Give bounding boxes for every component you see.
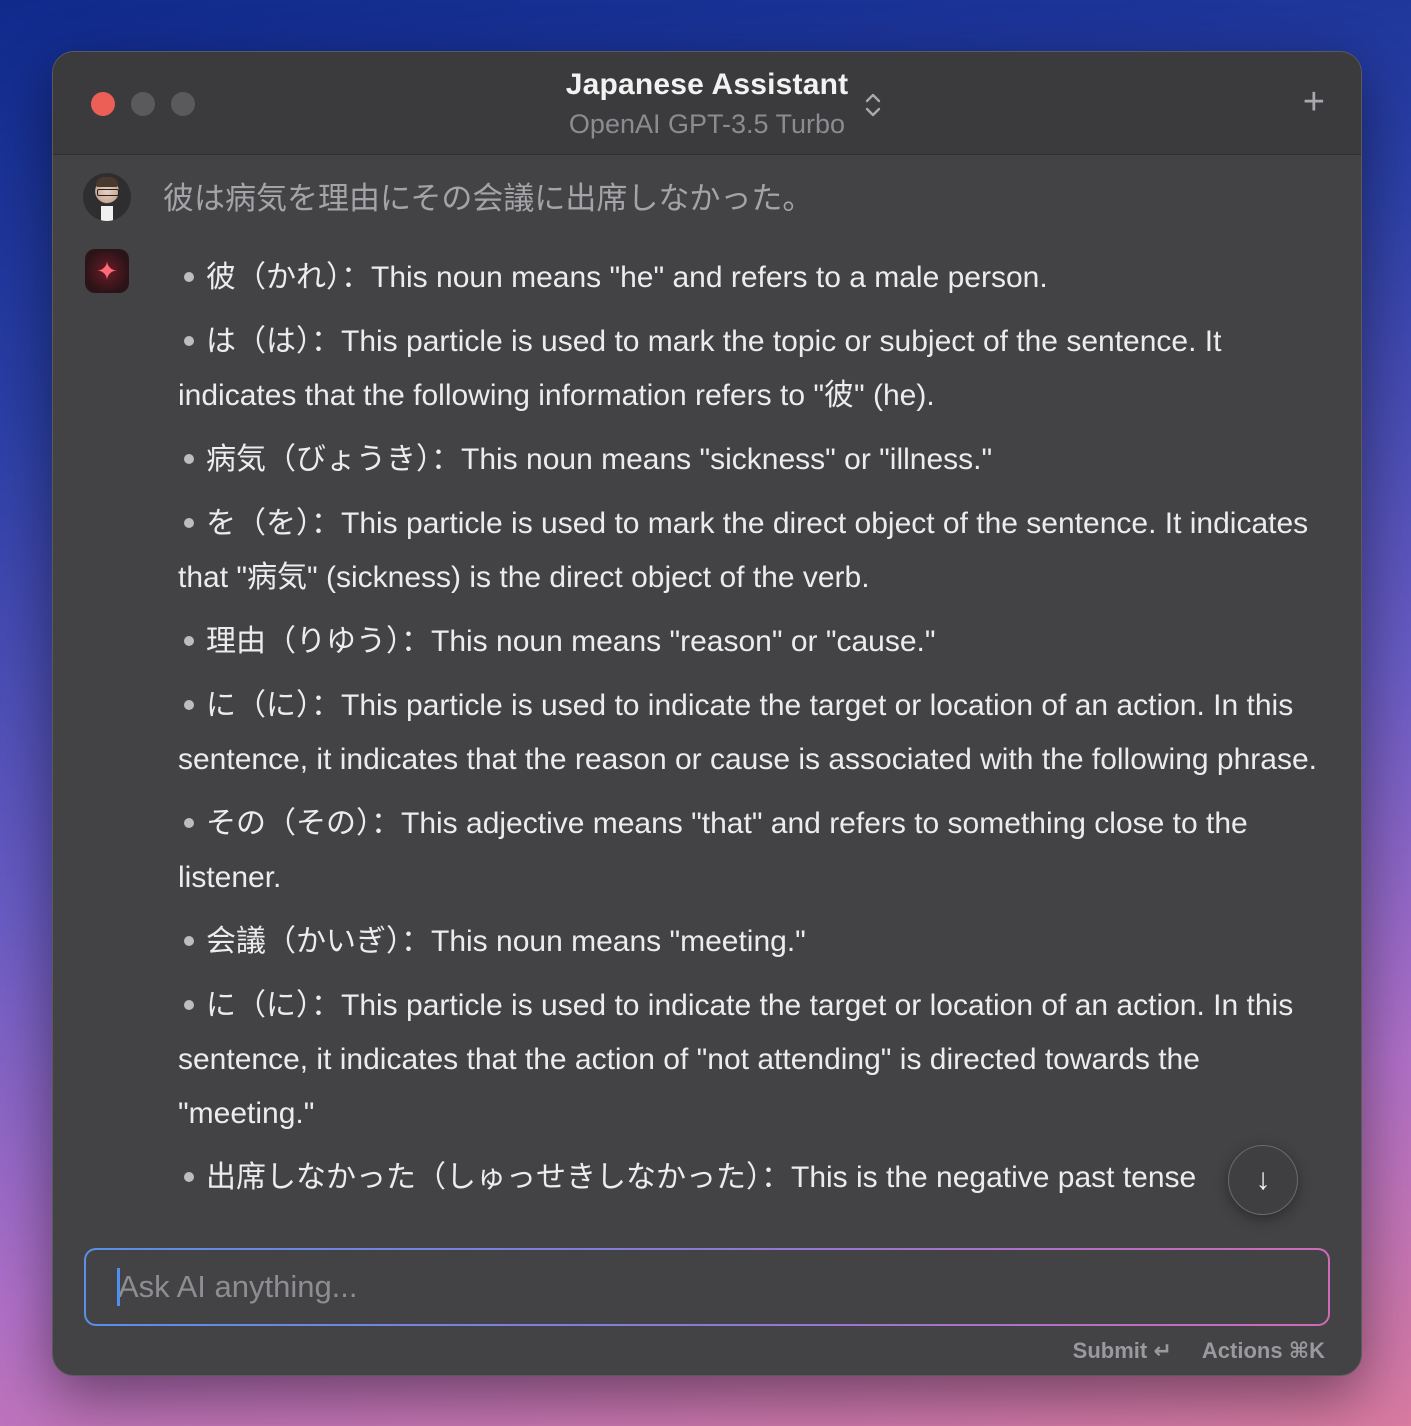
composer-actions: Submit ↵ Actions ⌘K [1049, 1336, 1325, 1366]
list-item: 理由（りゆう）：This noun means "reason" or "cau… [178, 615, 1338, 669]
ai-response: 彼（かれ）：This noun means "he" and refers to… [178, 251, 1338, 1215]
list-item-text: 病気（びょうき）：This noun means "sickness" or "… [206, 443, 993, 476]
titlebar: Japanese Assistant OpenAI GPT-3.5 Turbo … [53, 52, 1361, 155]
scroll-to-bottom-button[interactable]: ↓ [1228, 1145, 1324, 1215]
list-item: 会議（かいぎ）：This noun means "meeting." [178, 915, 1338, 969]
model-name: OpenAI GPT-3.5 Turbo [568, 109, 846, 139]
list-item-text: は（は）：This particle is used to mark the t… [178, 325, 1222, 412]
list-item-text: に（に）：This particle is used to indicate t… [178, 689, 1317, 776]
model-selector[interactable]: Japanese Assistant OpenAI GPT-3.5 Turbo [53, 66, 1361, 144]
list-item: 彼（かれ）：This noun means "he" and refers to… [178, 251, 1338, 305]
list-item: を（を）：This particle is used to mark the d… [178, 497, 1338, 605]
text-caret [117, 1268, 120, 1306]
avatar [83, 173, 131, 221]
sparkle-icon: ✦ [85, 249, 129, 293]
window-title: Japanese Assistant [565, 68, 849, 101]
actions-button[interactable]: Actions ⌘K [1202, 1338, 1325, 1363]
prompt-input-frame [84, 1248, 1330, 1326]
list-item-text: 会議（かいぎ）：This noun means "meeting." [206, 925, 806, 958]
list-item: は（は）：This particle is used to mark the t… [178, 315, 1338, 423]
list-item: 病気（びょうき）：This noun means "sickness" or "… [178, 433, 1338, 487]
chevron-up-down-icon[interactable] [861, 90, 885, 120]
arrow-down-icon: ↓ [1228, 1145, 1298, 1215]
list-item-text: を（を）：This particle is used to mark the d… [178, 507, 1309, 594]
new-chat-button[interactable]: + [1303, 82, 1325, 122]
list-item-text: 出席しなかった（しゅっせきしなかった）：This is the negative… [206, 1161, 1197, 1194]
list-item: に（に）：This particle is used to indicate t… [178, 979, 1338, 1141]
submit-button[interactable]: Submit ↵ [1073, 1338, 1172, 1363]
list-item-text: に（に）：This particle is used to indicate t… [178, 989, 1294, 1130]
list-item: 出席しなかった（しゅっせきしなかった）：This is the negative… [178, 1151, 1338, 1205]
list-item: に（に）：This particle is used to indicate t… [178, 679, 1338, 787]
chat-window: Japanese Assistant OpenAI GPT-3.5 Turbo … [52, 51, 1362, 1376]
list-item-text: 彼（かれ）：This noun means "he" and refers to… [206, 261, 1048, 294]
chat-transcript[interactable]: 彼は病気を理由にその会議に出席しなかった。 ✦ 彼（かれ）：This noun … [53, 155, 1361, 1245]
list-item: その（その）：This adjective means "that" and r… [178, 797, 1338, 905]
list-item-text: その（その）：This adjective means "that" and r… [178, 807, 1248, 894]
prompt-input[interactable] [86, 1250, 1328, 1324]
list-item-text: 理由（りゆう）：This noun means "reason" or "cau… [206, 625, 936, 658]
user-message-text: 彼は病気を理由にその会議に出席しなかった。 [163, 181, 814, 216]
